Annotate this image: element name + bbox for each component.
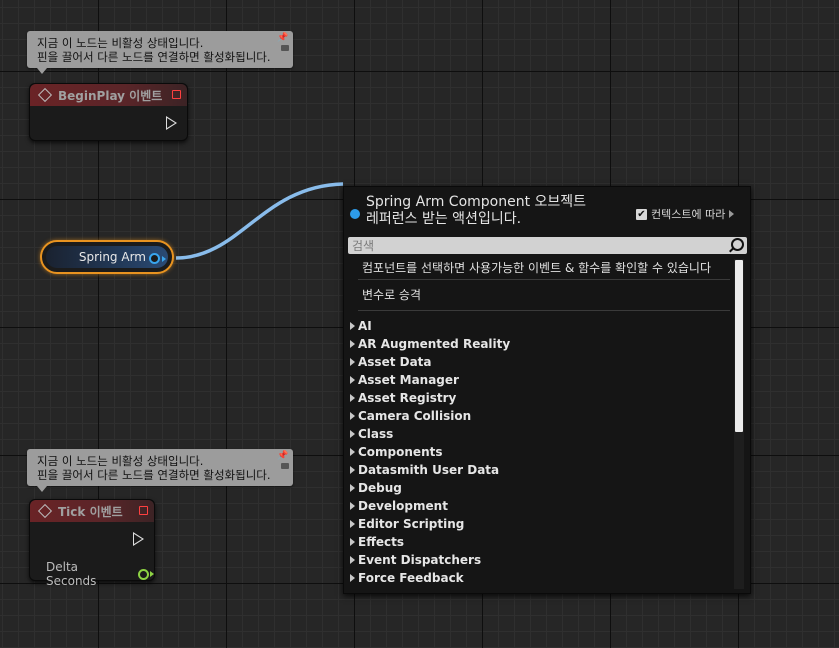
category-item[interactable]: Class [344,425,736,443]
category-label: Class [358,427,394,441]
category-label: Datasmith User Data [358,463,500,477]
object-type-icon [350,209,360,219]
pin-icon[interactable]: 📌 [277,452,288,461]
comment-tail [37,486,47,492]
category-label: Effects [358,535,405,549]
comment-line: 핀을 끌어서 다른 노드를 연결하면 활성화됩니다. [37,468,271,482]
node-title: BeginPlay 이벤트 [58,88,163,103]
action-menu: Spring Arm Component 오브젝트 레퍼런스 받는 액션입니다.… [343,186,751,594]
minimize-icon[interactable] [280,463,289,469]
category-item[interactable]: Debug [344,479,736,497]
category-list: AI AR Augmented Reality Asset Data Asset Ma… [344,317,736,587]
category-item[interactable]: Components [344,443,736,461]
category-item[interactable]: Force Feedback [344,569,736,587]
context-sensitive-toggle[interactable]: ✔ 컨텍스트에 따라 [636,206,735,222]
category-label: Asset Data [358,355,432,369]
category-item[interactable]: Editor Scripting [344,515,736,533]
expand-triangle-icon[interactable] [350,520,355,528]
comment-tail [37,68,47,74]
object-output-pin[interactable] [149,253,160,264]
event-icon [37,87,53,103]
category-item[interactable]: Asset Data [344,353,736,371]
expand-triangle-icon[interactable] [350,574,355,582]
comment-line: 지금 이 노드는 비활성 상태입니다. [37,454,204,468]
category-label: Event Dispatchers [358,553,482,567]
search-box[interactable] [348,237,747,254]
event-icon [37,503,53,519]
delta-seconds-row: Delta Seconds [46,560,154,588]
category-item[interactable]: Asset Registry [344,389,736,407]
category-label: Debug [358,481,402,495]
category-label: Asset Registry [358,391,457,405]
node-title: Tick 이벤트 [58,504,123,519]
category-label: Asset Manager [358,373,459,387]
delegate-pin-icon[interactable] [172,90,181,99]
exec-output-pin[interactable] [133,532,144,546]
category-label: Development [358,499,448,513]
expand-triangle-icon[interactable] [350,430,355,438]
expand-triangle-icon[interactable] [350,340,355,348]
category-label: Camera Collision [358,409,472,423]
delegate-pin-icon[interactable] [139,506,148,515]
expand-triangle-icon[interactable] [350,358,355,366]
beginplay-event-node[interactable]: BeginPlay 이벤트 [29,83,188,141]
expand-triangle-icon[interactable] [350,556,355,564]
float-output-pin[interactable] [138,568,149,580]
tick-event-node[interactable]: Tick 이벤트 Delta Seconds [29,499,155,588]
category-label: AI [358,319,372,333]
comment-line: 지금 이 노드는 비활성 상태입니다. [37,36,204,50]
exec-output-pin[interactable] [166,116,177,130]
context-label: 컨텍스트에 따라 [651,208,726,221]
minimize-icon[interactable] [280,45,289,51]
pin-icon[interactable]: 📌 [277,34,288,43]
category-label: Components [358,445,443,459]
category-label: Force Feedback [358,571,464,585]
menu-title-line: Spring Arm Component 오브젝트 [366,194,587,210]
category-item[interactable]: Development [344,497,736,515]
node-comment-bubble: 지금 이 노드는 비활성 상태입니다. 핀을 끌어서 다른 노드를 연결하면 활… [27,31,293,74]
pin-arrow-icon [150,571,154,577]
search-input[interactable] [348,238,726,253]
expand-triangle-icon[interactable] [350,376,355,384]
category-item[interactable]: AR Augmented Reality [344,335,736,353]
category-item[interactable]: Datasmith User Data [344,461,736,479]
expand-triangle-icon[interactable] [350,412,355,420]
expand-triangle-icon[interactable] [350,322,355,330]
search-icon[interactable] [731,238,744,251]
expand-arrow-icon[interactable] [729,210,735,218]
category-item[interactable]: Effects [344,533,736,551]
list-item-info[interactable]: 컴포넌트를 선택하면 사용가능한 이벤트 & 함수를 확인할 수 있습니다 [344,257,736,279]
node-header: Tick 이벤트 [30,500,154,522]
pin-arrow-icon [162,256,166,262]
menu-title-line: 레퍼런스 받는 액션입니다. [366,211,522,227]
action-list: 컴포넌트를 선택하면 사용가능한 이벤트 & 함수를 확인할 수 있습니다 변수… [344,257,736,587]
comment-line: 핀을 끌어서 다른 노드를 연결하면 활성화됩니다. [37,50,271,64]
category-item[interactable]: Camera Collision [344,407,736,425]
category-label: Editor Scripting [358,517,465,531]
expand-triangle-icon[interactable] [350,394,355,402]
category-item[interactable]: AI [344,317,736,335]
menu-title: Spring Arm Component 오브젝트 레퍼런스 받는 액션입니다. [366,194,626,228]
category-label: AR Augmented Reality [358,337,511,351]
expand-triangle-icon[interactable] [350,538,355,546]
expand-triangle-icon[interactable] [350,484,355,492]
expand-triangle-icon[interactable] [350,466,355,474]
category-item[interactable]: Event Dispatchers [344,551,736,569]
list-item-promote-to-variable[interactable]: 변수로 승격 [344,280,736,310]
node-header: BeginPlay 이벤트 [30,84,187,106]
category-item[interactable]: Asset Manager [344,371,736,389]
spring-arm-variable-node[interactable]: Spring Arm [40,240,174,274]
divider [358,310,730,311]
expand-triangle-icon[interactable] [350,502,355,510]
checkbox-checked-icon[interactable]: ✔ [636,208,647,220]
variable-label: Spring Arm [78,250,146,264]
scrollbar-thumb[interactable] [735,260,743,432]
pin-label: Delta Seconds [46,560,97,588]
expand-triangle-icon[interactable] [350,448,355,456]
node-comment-bubble: 지금 이 노드는 비활성 상태입니다. 핀을 끌어서 다른 노드를 연결하면 활… [27,449,293,492]
